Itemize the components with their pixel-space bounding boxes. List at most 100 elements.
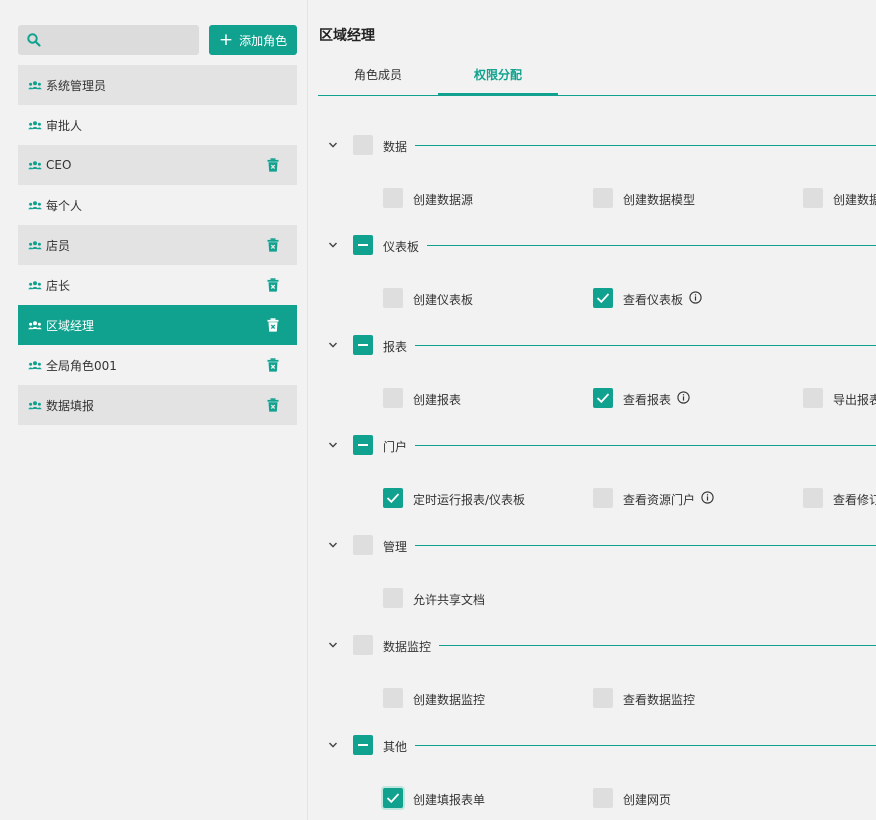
group-checkbox[interactable]	[353, 435, 373, 455]
role-label: CEO	[46, 158, 72, 172]
permission-item[interactable]: 创建数据模型	[593, 188, 793, 208]
tab-permissions[interactable]: 权限分配	[438, 60, 558, 96]
permission-group-header: 数据监控	[308, 635, 876, 655]
users-icon	[28, 121, 42, 130]
role-list: 系统管理员 审批人 CEO 每个人 店员 店长 区域经理 全局角色001 数据填…	[18, 65, 297, 425]
trash-icon[interactable]	[267, 398, 279, 412]
permission-checkbox[interactable]	[383, 288, 403, 308]
permission-checkbox[interactable]	[383, 788, 403, 808]
role-item[interactable]: CEO	[18, 145, 297, 185]
permission-label: 创建填报表单	[413, 793, 486, 807]
trash-icon[interactable]	[267, 238, 279, 252]
role-label: 数据填报	[46, 398, 95, 413]
users-icon	[28, 81, 42, 90]
role-item[interactable]: 店员	[18, 225, 297, 265]
permission-checkbox[interactable]	[803, 488, 823, 508]
permission-checkbox[interactable]	[593, 488, 613, 508]
check-icon	[386, 493, 400, 504]
search-input[interactable]	[48, 25, 193, 55]
users-icon	[28, 361, 42, 370]
role-item[interactable]: 审批人	[18, 105, 297, 145]
chevron-down-icon[interactable]	[327, 739, 339, 751]
permission-item[interactable]: 允许共享文档	[383, 588, 583, 608]
permission-checkbox[interactable]	[383, 388, 403, 408]
role-sidebar: + 添加角色 系统管理员 审批人 CEO 每个人 店员 店长 区域经理 全局角色…	[0, 0, 308, 820]
group-divider	[415, 745, 876, 746]
search-icon	[27, 33, 41, 47]
info-icon[interactable]	[677, 391, 690, 404]
permission-group-header: 其他	[308, 735, 876, 755]
role-item[interactable]: 数据填报	[18, 385, 297, 425]
users-icon	[28, 281, 42, 290]
permission-item[interactable]: 创建网页	[593, 788, 793, 808]
chevron-down-icon[interactable]	[327, 339, 339, 351]
permission-checkbox[interactable]	[383, 688, 403, 708]
users-icon	[28, 321, 42, 330]
permission-checkbox[interactable]	[383, 188, 403, 208]
permission-item[interactable]: 查看修订	[803, 488, 876, 508]
permission-item[interactable]: 查看资源门户	[593, 488, 793, 508]
role-item[interactable]: 店长	[18, 265, 297, 305]
permission-checkbox[interactable]	[593, 688, 613, 708]
permission-item[interactable]: 创建报表	[383, 388, 583, 408]
permission-label: 查看仪表板	[623, 293, 684, 307]
permission-checkbox[interactable]	[383, 488, 403, 508]
permission-item[interactable]: 创建数据	[803, 188, 876, 208]
tab-bar: 角色成员 权限分配	[318, 60, 876, 96]
group-name: 门户	[383, 440, 408, 454]
group-divider	[415, 145, 876, 146]
group-checkbox[interactable]	[353, 535, 373, 555]
tab-role-members[interactable]: 角色成员	[318, 60, 438, 96]
chevron-down-icon[interactable]	[327, 539, 339, 551]
permission-group-header: 仪表板	[308, 235, 876, 255]
info-icon[interactable]	[701, 491, 714, 504]
permission-checkbox[interactable]	[383, 588, 403, 608]
users-icon	[28, 161, 42, 170]
role-label: 每个人	[46, 198, 83, 213]
trash-icon[interactable]	[267, 318, 279, 332]
permission-checkbox[interactable]	[593, 188, 613, 208]
permission-item[interactable]: 查看数据监控	[593, 688, 793, 708]
permission-label: 创建网页	[623, 793, 672, 807]
role-item[interactable]: 系统管理员	[18, 65, 297, 105]
permission-item[interactable]: 定时运行报表/仪表板	[383, 488, 583, 508]
role-item[interactable]: 区域经理	[18, 305, 297, 345]
permission-checkbox[interactable]	[803, 188, 823, 208]
role-label: 店员	[46, 238, 71, 253]
search-box[interactable]	[18, 25, 199, 55]
permission-checkbox[interactable]	[593, 788, 613, 808]
permission-group-header: 数据	[308, 135, 876, 155]
permission-checkbox[interactable]	[593, 388, 613, 408]
trash-icon[interactable]	[267, 278, 279, 292]
info-icon[interactable]	[689, 291, 702, 304]
permission-item[interactable]: 查看仪表板	[593, 288, 793, 308]
role-item[interactable]: 每个人	[18, 185, 297, 225]
permission-item[interactable]: 创建数据源	[383, 188, 583, 208]
role-item[interactable]: 全局角色001	[18, 345, 297, 385]
permission-label: 创建数据源	[413, 193, 474, 207]
permission-checkbox[interactable]	[803, 388, 823, 408]
permission-checkbox[interactable]	[593, 288, 613, 308]
chevron-down-icon[interactable]	[327, 239, 339, 251]
chevron-down-icon[interactable]	[327, 639, 339, 651]
group-divider	[415, 345, 876, 346]
chevron-down-icon[interactable]	[327, 139, 339, 151]
trash-icon[interactable]	[267, 358, 279, 372]
permission-item[interactable]: 导出报表	[803, 388, 876, 408]
group-checkbox[interactable]	[353, 135, 373, 155]
permission-label: 创建数据监控	[413, 693, 486, 707]
group-divider	[427, 245, 876, 246]
group-name: 报表	[383, 340, 408, 354]
chevron-down-icon[interactable]	[327, 439, 339, 451]
permission-item[interactable]: 创建数据监控	[383, 688, 583, 708]
add-role-button[interactable]: + 添加角色	[209, 25, 297, 55]
group-checkbox[interactable]	[353, 235, 373, 255]
permission-item[interactable]: 创建填报表单	[383, 788, 583, 808]
group-checkbox[interactable]	[353, 635, 373, 655]
trash-icon[interactable]	[267, 158, 279, 172]
group-checkbox[interactable]	[353, 335, 373, 355]
permission-item[interactable]: 查看报表	[593, 388, 793, 408]
group-checkbox[interactable]	[353, 735, 373, 755]
permission-item[interactable]: 创建仪表板	[383, 288, 583, 308]
role-label: 店长	[46, 278, 71, 293]
